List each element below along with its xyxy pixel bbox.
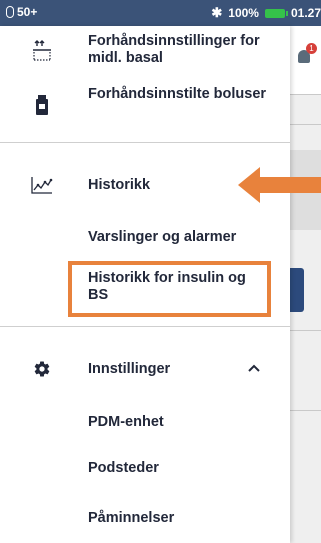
menu-item-label: Innstillinger (88, 361, 171, 377)
pod-icon (6, 6, 14, 18)
background-divider (290, 94, 321, 95)
menu-item-bolus-presets[interactable]: Forhåndsinnstilte boluser (0, 82, 290, 128)
notification-badge: 1 (306, 43, 317, 54)
menu-item-label: Podsteder (88, 460, 159, 476)
highlight-box (68, 261, 271, 317)
menu-item-label: Varslinger og alarmer (88, 229, 237, 245)
background-divider (290, 330, 321, 331)
battery-percent: 100% (228, 6, 259, 20)
battery-icon (264, 8, 288, 18)
menu-item-label: Påminnelser (88, 510, 175, 526)
menu-item-label: Forhåndsinnstillinger for midl. basal (88, 33, 260, 66)
background-button (290, 268, 304, 312)
clock: 01.27 (290, 6, 321, 20)
background-divider (290, 410, 321, 411)
menu-item-temp-basal-presets[interactable]: Forhåndsinnstillinger for midl. basal (0, 26, 290, 76)
menu-item-label: Forhåndsinnstilte boluser (88, 86, 267, 102)
menu-item-pod-sites[interactable]: Podsteder (0, 452, 290, 484)
pod-level: 50+ (17, 5, 38, 19)
background-divider (290, 124, 321, 125)
status-right: ✱ 100% 01.27 (211, 5, 321, 21)
menu-item-reminders[interactable]: Påminnelser (0, 502, 290, 534)
menu-item-pdm-device[interactable]: PDM-enhet (0, 406, 290, 438)
pod-status: 50+ (6, 5, 37, 19)
menu-item-notifications-alarms[interactable]: Varslinger og alarmer (0, 220, 290, 254)
temp-basal-icon (30, 39, 54, 63)
menu-item-label: PDM-enhet (88, 414, 164, 430)
chevron-up-icon[interactable] (246, 360, 262, 381)
status-bar: 50+ ✱ 100% 01.27 (0, 0, 321, 26)
menu-item-settings[interactable]: Innstillinger (0, 353, 290, 385)
pointer-arrow-icon (238, 167, 321, 203)
bolus-vial-icon (30, 93, 54, 117)
menu-item-label: Historikk (88, 177, 151, 193)
gear-icon (30, 357, 54, 381)
divider (0, 326, 290, 327)
divider (0, 142, 290, 143)
bluetooth-icon: ✱ (211, 5, 223, 20)
history-chart-icon (30, 173, 54, 197)
